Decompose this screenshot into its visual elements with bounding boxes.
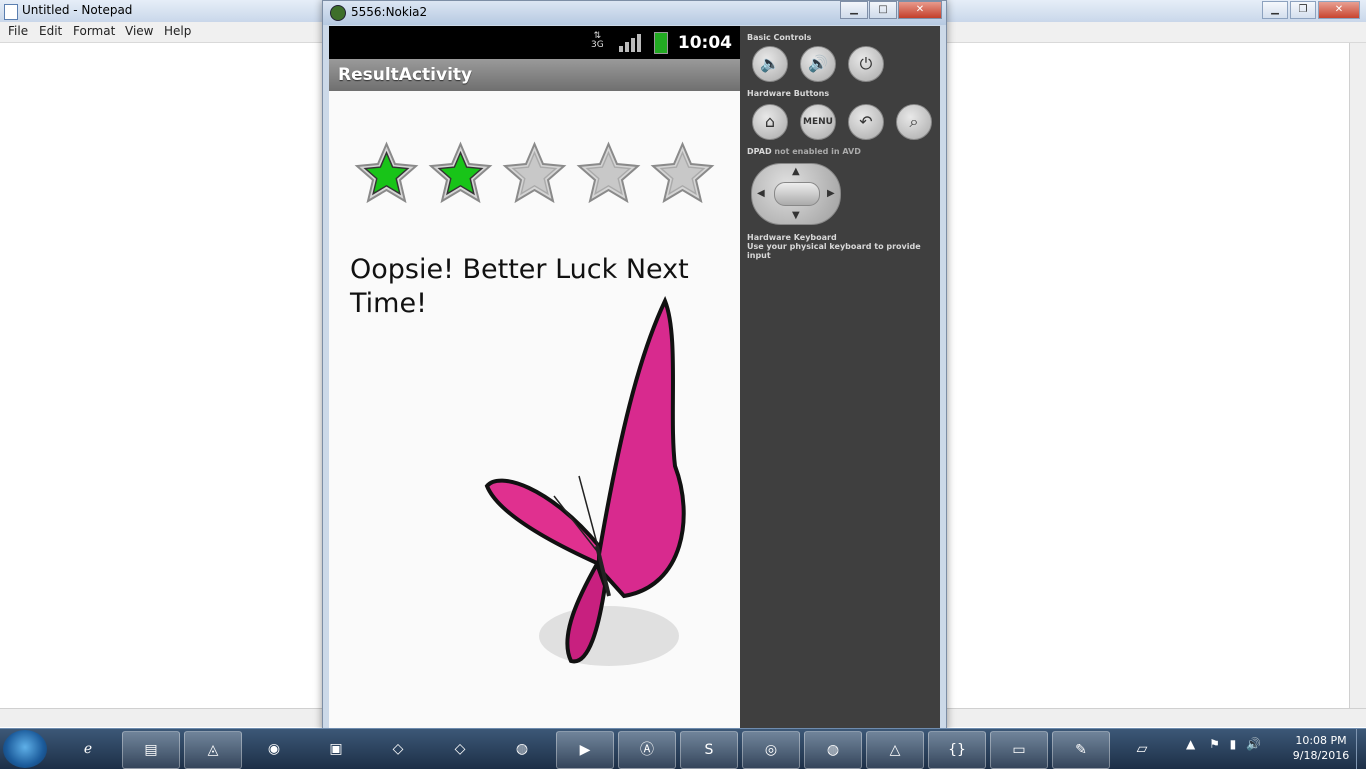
taskbar: ℯ ▤ ◬ ◉ ▣ ◇ ◇ ◍ ▶ Ⓐ S ◎ ◍ △{} ▭ ✎ ▱ ▲ ⚑ ▮ 🔊 10:08 PM 9/1…: [0, 728, 1366, 769]
emulator-window: 5556:Nokia2 ▁ □ ✕ ⇅ 3G 10:04 ResultActivi…: [322, 0, 947, 732]
taskbar-sublime-text-icon[interactable]: S: [680, 731, 738, 769]
volume-down-button[interactable]: 🔈: [752, 46, 788, 82]
network-indicator: ⇅ 3G: [591, 31, 604, 50]
action-bar: ResultActivity: [329, 59, 740, 91]
taskbar-android-studio-icon[interactable]: ◬: [184, 731, 242, 769]
taskbar-brackets-icon[interactable]: {}: [928, 731, 986, 769]
star-empty-icon[interactable]: [649, 140, 716, 207]
volume-up-button[interactable]: 🔊: [800, 46, 836, 82]
dpad-control[interactable]: ▲ ▼ ◀ ▶: [751, 163, 841, 225]
dpad-down-icon[interactable]: ▼: [792, 210, 800, 221]
dpad-left-icon[interactable]: ◀: [757, 188, 765, 199]
dpad-label: DPAD not enabled in AVD: [747, 147, 861, 156]
menu-file[interactable]: File: [8, 24, 28, 38]
back-button[interactable]: ↶: [848, 104, 884, 140]
status-clock: 10:04: [677, 33, 732, 53]
dpad-label-text: DPAD: [747, 147, 772, 156]
emulator-title: 5556:Nokia2: [351, 5, 428, 19]
star-empty-icon[interactable]: [501, 140, 568, 207]
tray-expand-icon[interactable]: ▲: [1186, 737, 1195, 751]
vertical-scrollbar[interactable]: [1349, 43, 1366, 708]
menu-button[interactable]: MENU: [800, 104, 836, 140]
menu-view[interactable]: View: [125, 24, 153, 38]
home-button[interactable]: ⌂: [752, 104, 788, 140]
taskbar-paint-icon[interactable]: ✎: [1052, 731, 1110, 769]
butterfly-image: [484, 296, 686, 666]
activity-title: ResultActivity: [338, 65, 473, 85]
taskbar-chrome-icon[interactable]: ◍: [494, 731, 550, 767]
taskbar-firefox-icon[interactable]: ◉: [246, 731, 302, 767]
power-button[interactable]: ⏻: [848, 46, 884, 82]
notepad-icon: [4, 4, 18, 20]
start-button[interactable]: [3, 730, 47, 768]
rating-bar[interactable]: [353, 140, 716, 207]
taskbar-notepad-icon[interactable]: ▱: [1114, 731, 1170, 767]
taskbar-internet-explorer-icon[interactable]: ℯ: [60, 731, 116, 767]
menu-format[interactable]: Format: [73, 24, 115, 38]
star-filled-icon[interactable]: [427, 140, 494, 207]
hardware-buttons-label: Hardware Buttons: [747, 89, 830, 98]
taskbar-file-explorer-icon[interactable]: ▤: [122, 731, 180, 769]
menu-edit[interactable]: Edit: [39, 24, 62, 38]
show-desktop-button[interactable]: [1356, 729, 1366, 769]
emulator-titlebar: 5556:Nokia2 ▁ □ ✕: [323, 1, 946, 25]
system-tray: ▲ ⚑ ▮ 🔊: [1186, 737, 1261, 751]
emulator-minimize-button[interactable]: ▁: [840, 1, 868, 19]
network-icon[interactable]: ▮: [1230, 737, 1237, 751]
emulator-close-button[interactable]: ✕: [898, 1, 942, 19]
dpad-center-button[interactable]: [774, 182, 820, 206]
taskbar-acrobat-reader-icon[interactable]: Ⓐ: [618, 731, 676, 769]
search-button[interactable]: ⌕: [896, 104, 932, 140]
keyboard-note: Use your physical keyboard to provide in…: [747, 242, 921, 260]
emulator-controls-panel: Basic Controls 🔈 🔊 ⏻ Hardware Buttons ⌂ …: [740, 26, 940, 731]
emulator-maximize-button[interactable]: □: [869, 1, 897, 19]
android-icon: [330, 5, 346, 21]
battery-icon: [654, 32, 668, 54]
star-filled-icon[interactable]: [353, 140, 420, 207]
minimize-button[interactable]: ▁: [1262, 1, 1288, 19]
restore-button[interactable]: ❐: [1290, 1, 1316, 19]
keyboard-label: Hardware Keyboard: [747, 233, 837, 242]
taskbar-unity-icon[interactable]: ◇: [432, 731, 488, 767]
taskbar-network-tool-icon[interactable]: ◎: [742, 731, 800, 769]
notepad-title: Untitled - Notepad: [22, 3, 133, 17]
volume-icon[interactable]: 🔊: [1246, 737, 1261, 751]
network-type: 3G: [591, 40, 604, 50]
star-empty-icon[interactable]: [575, 140, 642, 207]
taskbar-android-device-icon[interactable]: ▭: [990, 731, 1048, 769]
taskbar-presentation-icon[interactable]: ▶: [556, 731, 614, 769]
taskbar-unity-icon[interactable]: ◇: [370, 731, 426, 767]
menu-help[interactable]: Help: [164, 24, 191, 38]
taskbar-media-player-icon[interactable]: ▣: [308, 731, 364, 767]
taskbar-clock[interactable]: 10:08 PM 9/18/2016: [1288, 733, 1354, 763]
taskbar-chrome-icon[interactable]: ◍: [804, 731, 862, 769]
dpad-up-icon[interactable]: ▲: [792, 166, 800, 177]
action-center-icon[interactable]: ⚑: [1209, 737, 1220, 751]
dpad-note: not enabled in AVD: [774, 147, 861, 156]
signal-icon: [619, 34, 641, 52]
basic-controls-label: Basic Controls: [747, 33, 812, 42]
taskbar-vlc-icon[interactable]: △: [866, 731, 924, 769]
close-button[interactable]: ✕: [1318, 1, 1360, 19]
clock-time: 10:08 PM: [1295, 734, 1347, 747]
status-bar: ⇅ 3G 10:04: [329, 26, 740, 59]
dpad-right-icon[interactable]: ▶: [827, 188, 835, 199]
clock-date: 9/18/2016: [1292, 749, 1350, 762]
device-screen[interactable]: ⇅ 3G 10:04 ResultActivity Oopsie! Better …: [329, 26, 740, 731]
